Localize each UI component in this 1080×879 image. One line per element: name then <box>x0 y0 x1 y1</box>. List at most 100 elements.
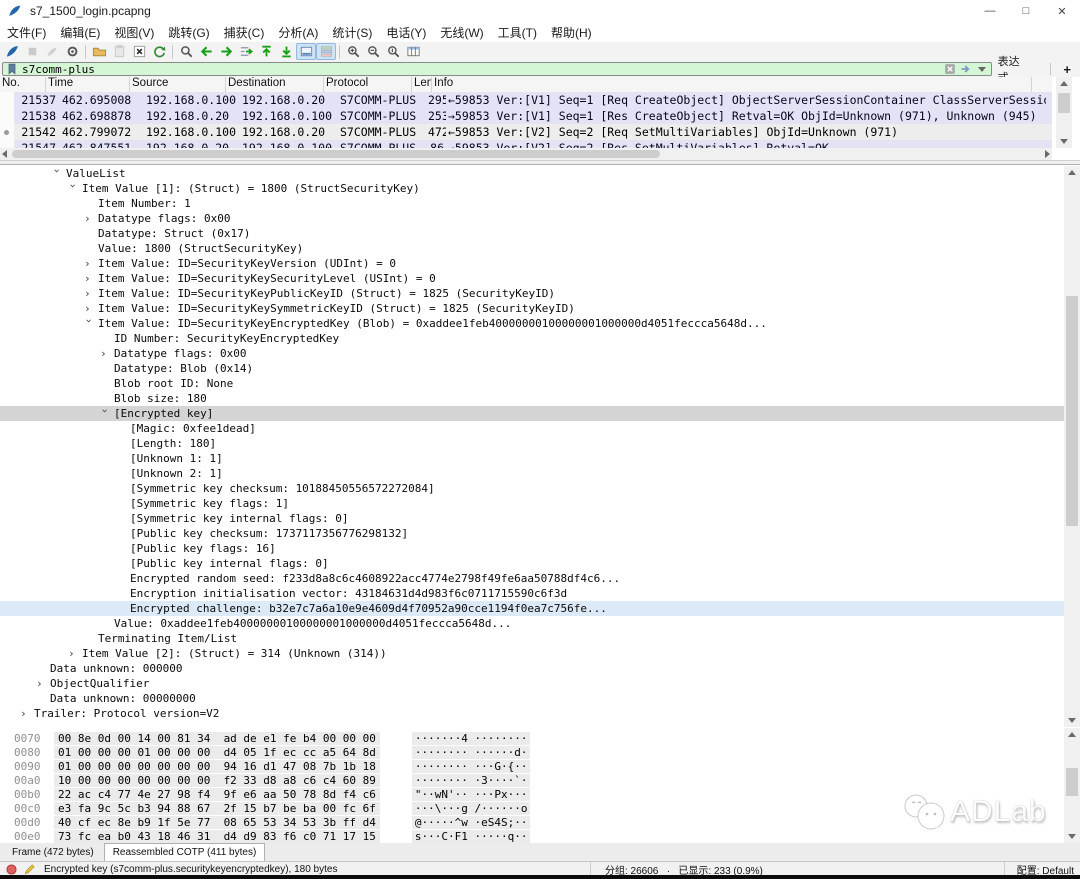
close-button[interactable]: ✕ <box>1044 0 1080 22</box>
tree-row[interactable]: ›ValueList <box>0 166 1064 181</box>
restart-capture-icon[interactable] <box>42 43 62 60</box>
close-file-icon[interactable] <box>129 43 149 60</box>
maximize-button[interactable]: □ <box>1008 0 1044 22</box>
scroll-left-arrow[interactable] <box>2 150 7 158</box>
tree-row[interactable]: Encryption initialisation vector: 431846… <box>0 586 1064 601</box>
capture-comment-icon[interactable] <box>24 864 36 875</box>
tree-row[interactable]: Value: 1800 (StructSecurityKey) <box>0 241 1064 256</box>
start-capture-icon[interactable] <box>2 43 22 60</box>
column-header-src[interactable]: Source <box>130 77 226 92</box>
stop-capture-icon[interactable] <box>22 43 42 60</box>
packet-list-vscrollbar[interactable] <box>1056 77 1072 148</box>
tree-row[interactable]: Datatype: Blob (0x14) <box>0 361 1064 376</box>
expert-info-icon[interactable] <box>6 864 18 875</box>
tree-row[interactable]: ›Item Value [1]: (Struct) = 1800 (Struct… <box>0 181 1064 196</box>
tree-row[interactable]: Terminating Item/List <box>0 631 1064 646</box>
tab-reassembled-cotp[interactable]: Reassembled COTP (411 bytes) <box>104 843 266 861</box>
tree-row[interactable]: Value: 0xaddee1feb4000000010000000100000… <box>0 616 1064 631</box>
scroll-down-arrow[interactable] <box>1068 834 1076 839</box>
hex-ascii[interactable]: s···C·F1 ·····q·· <box>412 830 531 843</box>
hex-row[interactable]: 00d040 cf ec 8e b9 1f 5e 77 08 65 53 34 … <box>0 816 1080 830</box>
menu-item-go[interactable]: 跳转(G) <box>161 22 216 43</box>
hex-bytes[interactable]: 01 00 00 00 00 00 00 00 94 16 d1 47 08 7… <box>54 760 380 773</box>
expand-arrow-icon[interactable]: › <box>84 286 98 301</box>
hex-bytes[interactable]: 40 cf ec 8e b9 1f 5e 77 08 65 53 34 53 3… <box>54 816 380 829</box>
packet-row[interactable]: 21542462.799072192.168.0.100192.168.0.20… <box>0 124 1052 140</box>
go-to-packet-icon[interactable] <box>236 43 256 60</box>
menu-item-view[interactable]: 视图(V) <box>107 22 161 43</box>
expand-arrow-icon[interactable]: › <box>84 271 98 286</box>
tree-row[interactable]: ›Item Value: ID=SecurityKeySymmetricKeyI… <box>0 301 1064 316</box>
tree-row[interactable]: ›Item Value: ID=SecurityKeyVersion (UDIn… <box>0 256 1064 271</box>
tree-row[interactable]: Blob size: 180 <box>0 391 1064 406</box>
tree-row[interactable]: [Public key flags: 16] <box>0 541 1064 556</box>
hex-ascii[interactable]: ·······4 ········ <box>412 732 531 745</box>
hex-row[interactable]: 00e073 fc ea b0 43 18 46 31 d4 d9 83 f6 … <box>0 830 1080 844</box>
go-forward-icon[interactable] <box>216 43 236 60</box>
hex-ascii[interactable]: ········ ·3····`· <box>412 774 531 787</box>
scroll-right-arrow[interactable] <box>1045 150 1050 158</box>
menu-item-help[interactable]: 帮助(H) <box>544 22 599 43</box>
tree-row[interactable]: Encrypted random seed: f233d8a8c6c460892… <box>0 571 1064 586</box>
hex-bytes[interactable]: 10 00 00 00 00 00 00 00 f2 33 d8 a8 c6 c… <box>54 774 380 787</box>
tree-row[interactable]: [Unknown 1: 1] <box>0 451 1064 466</box>
tree-row[interactable]: ›Trailer: Protocol version=V2 <box>0 706 1064 721</box>
tree-row[interactable]: Item Number: 1 <box>0 196 1064 211</box>
tree-row[interactable]: Data unknown: 00000000 <box>0 691 1064 706</box>
go-first-packet-icon[interactable] <box>256 43 276 60</box>
packet-list-hscrollbar[interactable] <box>0 148 1052 160</box>
filter-history-dropdown-icon[interactable] <box>978 67 986 72</box>
hex-bytes[interactable]: 00 8e 0d 00 14 00 81 34 ad de e1 fe b4 0… <box>54 732 380 745</box>
collapse-arrow-icon[interactable]: › <box>98 408 113 422</box>
capture-options-icon[interactable] <box>62 43 82 60</box>
scroll-down-arrow[interactable] <box>1068 718 1076 723</box>
hex-row[interactable]: 009001 00 00 00 00 00 00 00 94 16 d1 47 … <box>0 760 1080 774</box>
scroll-thumb[interactable] <box>12 150 660 158</box>
zoom-in-icon[interactable] <box>343 43 363 60</box>
go-last-packet-icon[interactable] <box>276 43 296 60</box>
apply-filter-icon[interactable] <box>960 63 974 75</box>
auto-scroll-icon[interactable] <box>296 43 316 60</box>
tree-row[interactable]: Encrypted challenge: b32e7c7a6a10e9e4609… <box>0 601 1064 616</box>
collapse-arrow-icon[interactable]: › <box>82 318 97 332</box>
menu-item-tools[interactable]: 工具(T) <box>491 22 544 43</box>
go-back-icon[interactable] <box>196 43 216 60</box>
expand-arrow-icon[interactable]: › <box>84 256 98 271</box>
add-filter-button[interactable]: + <box>1054 62 1080 77</box>
tree-row[interactable]: ID Number: SecurityKeyEncryptedKey <box>0 331 1064 346</box>
scroll-thumb[interactable] <box>1066 768 1078 796</box>
clear-filter-icon[interactable] <box>944 63 958 75</box>
column-header-no[interactable]: No. <box>0 77 46 92</box>
scroll-up-arrow[interactable] <box>1060 81 1068 86</box>
menu-item-edit[interactable]: 编辑(E) <box>53 22 107 43</box>
hex-bytes[interactable]: 01 00 00 00 01 00 00 00 d4 05 1f ec cc a… <box>54 746 380 759</box>
find-packet-icon[interactable] <box>176 43 196 60</box>
hex-ascii[interactable]: @·····^w ·eS4S;·· <box>412 816 531 829</box>
scroll-thumb[interactable] <box>1066 296 1078 526</box>
column-header-time[interactable]: Time <box>46 77 130 92</box>
scroll-up-arrow[interactable] <box>1068 170 1076 175</box>
expand-arrow-icon[interactable]: › <box>84 211 98 226</box>
tree-row[interactable]: Data unknown: 000000 <box>0 661 1064 676</box>
tree-row[interactable]: [Unknown 2: 1] <box>0 466 1064 481</box>
column-header-proto[interactable]: Protocol <box>324 77 412 92</box>
hex-row[interactable]: 007000 8e 0d 00 14 00 81 34 ad de e1 fe … <box>0 732 1080 746</box>
scroll-thumb[interactable] <box>1058 93 1070 113</box>
column-header-info[interactable]: Info <box>432 77 1032 92</box>
scroll-up-arrow[interactable] <box>1068 732 1076 737</box>
hex-row[interactable]: 00c0e3 fa 9c 5c b3 94 88 67 2f 15 b7 be … <box>0 802 1080 816</box>
open-file-icon[interactable] <box>89 43 109 60</box>
hex-ascii[interactable]: ········ ···G·{·· <box>412 760 531 773</box>
hex-ascii[interactable]: "··wN'·· ···Px··· <box>412 788 531 801</box>
tree-row[interactable]: ›Item Value [2]: (Struct) = 314 (Unknown… <box>0 646 1064 661</box>
tree-row[interactable]: Blob root ID: None <box>0 376 1064 391</box>
expand-arrow-icon[interactable]: › <box>36 676 50 691</box>
tree-row[interactable]: ›Datatype flags: 0x00 <box>0 211 1064 226</box>
tree-row[interactable]: ›Item Value: ID=SecurityKeyPublicKeyID (… <box>0 286 1064 301</box>
zoom-out-icon[interactable] <box>363 43 383 60</box>
display-filter-input[interactable]: s7comm-plus <box>2 62 992 76</box>
hex-ascii[interactable]: ········ ······d· <box>412 746 531 759</box>
column-header-len[interactable]: Leng <box>412 77 432 92</box>
hex-ascii[interactable]: ···\···g /······o <box>412 802 531 815</box>
tree-row[interactable]: [Magic: 0xfee1dead] <box>0 421 1064 436</box>
